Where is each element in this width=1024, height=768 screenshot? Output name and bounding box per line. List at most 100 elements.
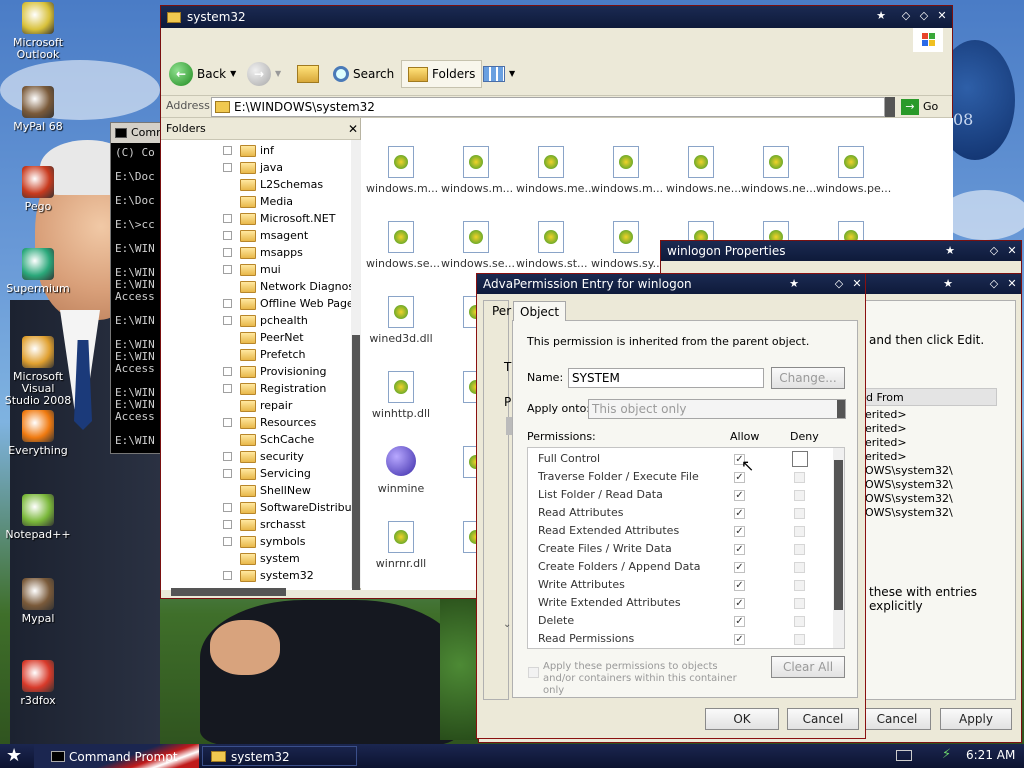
expand-box-icon[interactable] [223,163,232,172]
file-item[interactable]: windows.pe... [816,146,891,195]
expand-box-icon[interactable] [223,146,232,155]
search-button[interactable]: Search [333,60,394,88]
file-item[interactable]: winrnr.dll [366,521,436,570]
desktop-icon[interactable]: MyPal 68 [3,86,73,133]
close-icon[interactable]: ✕ [1005,244,1019,258]
allow-checkbox[interactable]: ✓ [734,490,745,501]
deny-checkbox[interactable] [794,616,805,627]
cancel-button[interactable]: Cancel [787,708,859,730]
allow-checkbox[interactable]: ✓ [734,598,745,609]
deny-checkbox[interactable] [794,598,805,609]
file-item[interactable]: windows.m... [591,146,663,195]
allow-checkbox[interactable]: ✓ [734,616,745,627]
file-item[interactable]: windows.m... [366,146,438,195]
close-icon[interactable]: ✕ [348,118,362,140]
permission-entry-window[interactable]: Adva Permission Entry for winlogon ★ ◇ ✕ … [476,273,866,739]
expand-box-icon[interactable] [223,418,232,427]
file-item[interactable]: windows.ne... [666,146,741,195]
file-item[interactable]: windows.se... [441,221,515,270]
file-item[interactable]: windows.sy... [591,221,663,270]
file-item[interactable]: wined3d.dll [366,296,436,345]
expand-box-icon[interactable] [223,469,232,478]
expand-box-icon[interactable] [223,299,232,308]
expand-box-icon[interactable] [223,503,232,512]
tree-item[interactable]: Prefetch [223,346,305,363]
taskbar-item-command-prompt[interactable]: Command Prompt [40,746,194,766]
inherited-from-header[interactable]: d From [861,388,997,406]
allow-checkbox[interactable]: ✓ [734,634,745,645]
file-item[interactable]: winmine [366,446,436,495]
start-star-icon[interactable]: ★ [6,745,22,766]
tree-item[interactable]: Registration [223,380,326,397]
tree-item[interactable]: SoftwareDistributio [223,499,351,516]
tree-item[interactable]: Network Diagnostic [223,278,351,295]
desktop-icon[interactable]: Notepad++ [3,494,73,541]
desktop-icon[interactable]: Microsoft Outlook [3,2,73,61]
help-icon[interactable]: ◇ [987,277,1001,291]
desktop-icon[interactable]: Supermium [3,248,73,295]
tree-item[interactable]: Servicing [223,465,311,482]
file-item[interactable]: windows.ne... [741,146,816,195]
pin-star-icon[interactable]: ★ [941,277,955,291]
pin-star-icon[interactable]: ★ [874,9,888,23]
ok-button[interactable]: OK [705,708,779,730]
close-icon[interactable]: ✕ [850,277,864,291]
tree-item[interactable]: Provisioning [223,363,327,380]
pin-star-icon[interactable]: ★ [943,244,957,258]
minimize-icon[interactable]: ◇ [899,9,913,23]
up-folder-button[interactable] [297,60,319,88]
winlogon-properties-titlebar[interactable]: winlogon Properties ★ ◇ ✕ [661,241,1021,261]
close-icon[interactable]: ✕ [1005,277,1019,291]
apply-to-children-checkbox[interactable] [528,667,539,678]
inherited-from-cell[interactable]: OWS\system32\ [865,506,953,519]
help-icon[interactable]: ◇ [832,277,846,291]
allow-checkbox[interactable]: ✓ [734,562,745,573]
clock[interactable]: 6:21 AM [966,748,1015,762]
clear-all-button[interactable]: Clear All [771,656,845,678]
help-icon[interactable]: ◇ [987,244,1001,258]
apply-button[interactable]: Apply [940,708,1012,730]
go-button[interactable]: → Go [901,98,938,116]
tree-item[interactable]: ShellNew [223,482,311,499]
tree-item[interactable]: SchCache [223,431,314,448]
allow-checkbox[interactable]: ✓ [734,544,745,555]
desktop-icon[interactable]: Microsoft Visual Studio 2008 [3,336,73,407]
file-item[interactable]: windows.st... [516,221,588,270]
tree-item[interactable]: repair [223,397,292,414]
inherited-from-cell[interactable]: erited> [865,408,907,421]
tree-item[interactable]: Microsoft.NET [223,210,335,227]
desktop-icon[interactable]: Pego [3,166,73,213]
maximize-icon[interactable]: ◇ [917,9,931,23]
tree-item[interactable]: symbols [223,533,305,550]
expand-box-icon[interactable] [223,214,232,223]
tree-item[interactable]: java [223,159,283,176]
expand-box-icon[interactable] [223,265,232,274]
explorer-titlebar[interactable]: system32 ★ ◇ ◇ ✕ [161,6,952,28]
file-item[interactable]: windows.se... [366,221,440,270]
apply-onto-select[interactable]: This object only [588,399,846,419]
address-input[interactable]: E:\WINDOWS\system32 [211,97,885,117]
network-icon[interactable]: ⚡ [942,747,951,762]
tree-item[interactable]: security [223,448,304,465]
deny-checkbox[interactable] [794,562,805,573]
inherited-from-cell[interactable]: OWS\system32\ [865,464,953,477]
tree-item[interactable]: system [223,550,300,567]
desktop-icon[interactable]: r3dfox [3,660,73,707]
cancel-button[interactable]: Cancel [863,708,931,730]
deny-checkbox[interactable] [794,508,805,519]
deny-checkbox[interactable] [794,526,805,537]
horizontal-scrollbar-thumb[interactable] [171,588,286,596]
expand-box-icon[interactable] [223,248,232,257]
tree-item[interactable]: Offline Web Pages [223,295,351,312]
folder-tree-scrollbar[interactable] [351,140,361,590]
address-dropdown[interactable] [885,97,895,117]
tree-item[interactable]: msapps [223,244,303,261]
expand-box-icon[interactable] [223,571,232,580]
inherited-from-cell[interactable]: erited> [865,436,907,449]
close-icon[interactable]: ✕ [935,9,949,23]
desktop-icon[interactable]: Everything [3,410,73,457]
expand-box-icon[interactable] [223,384,232,393]
expand-box-icon[interactable] [223,537,232,546]
permission-entry-titlebar[interactable]: Adva Permission Entry for winlogon ★ ◇ ✕ [477,274,865,294]
deny-checkbox[interactable] [794,634,805,645]
